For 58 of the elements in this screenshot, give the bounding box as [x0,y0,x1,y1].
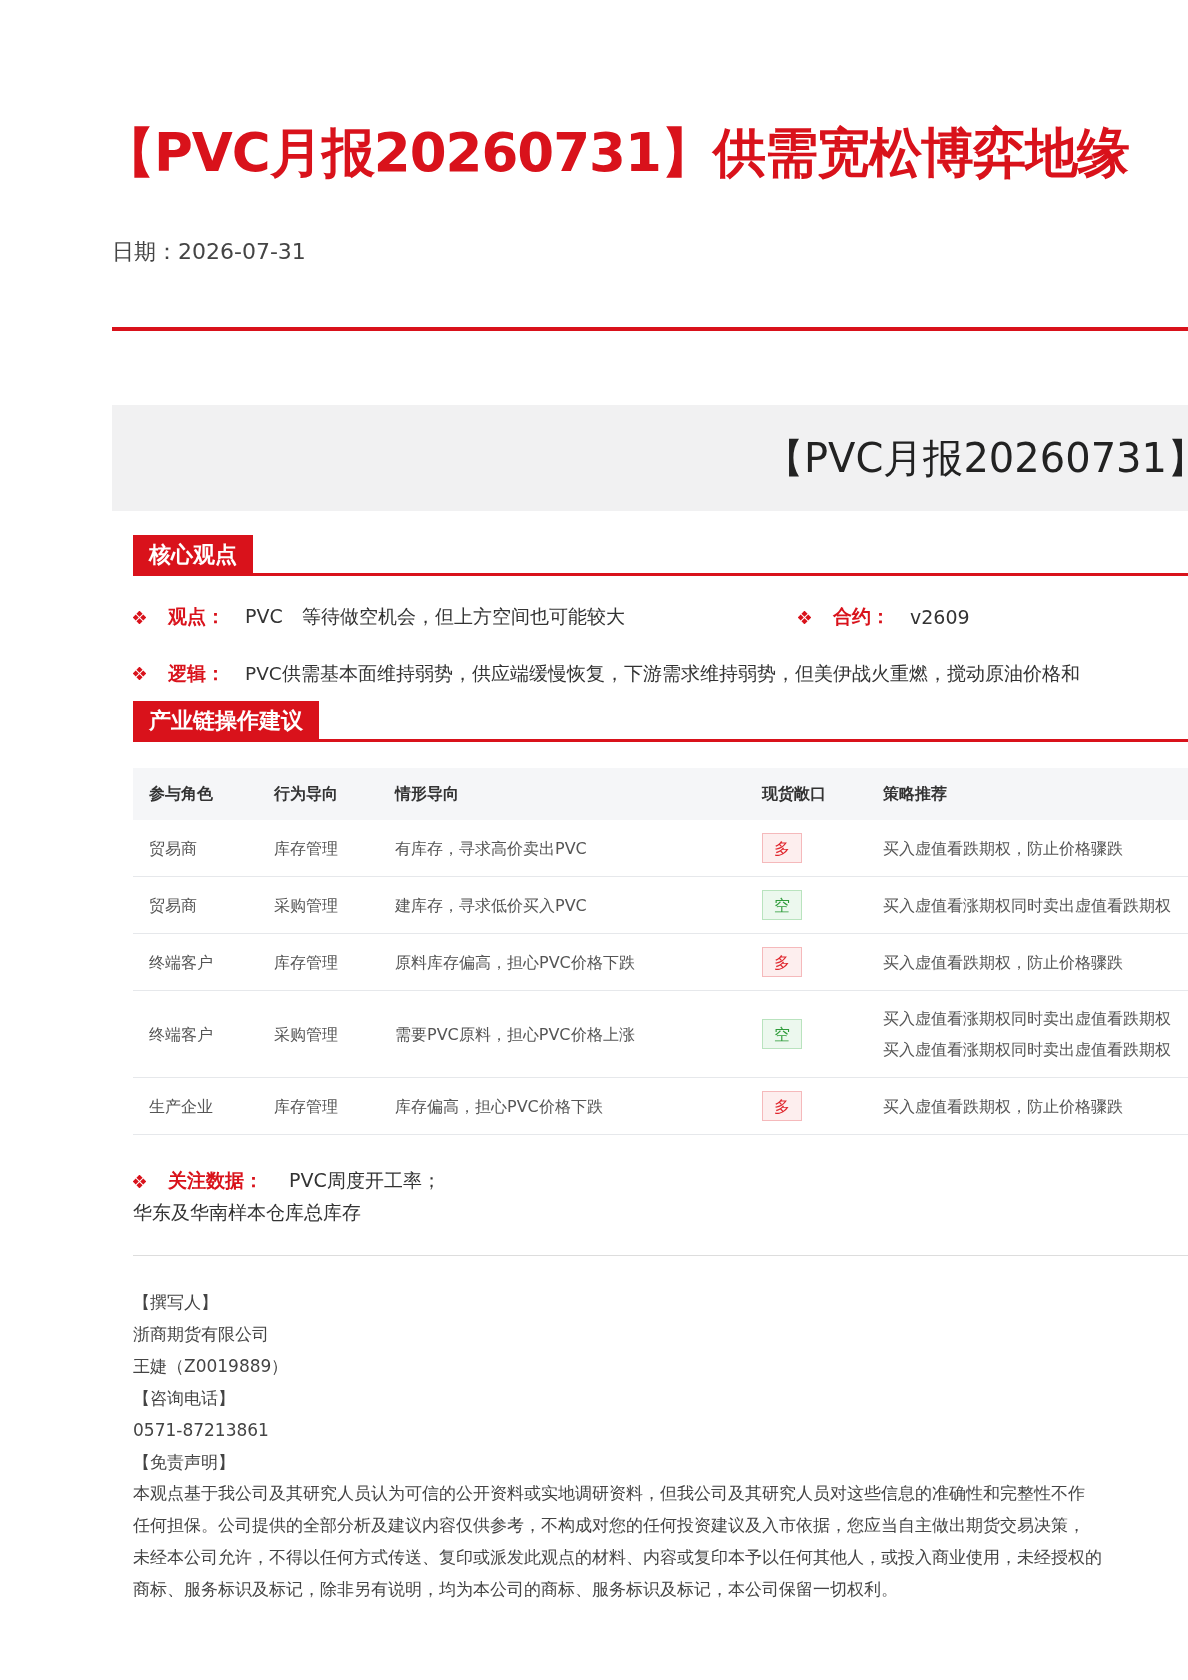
field-label: 合约： [833,604,890,629]
field-label: 观点： [168,604,225,629]
exposure-tag: 空 [762,889,802,920]
field-label: 关注数据： [168,1168,263,1193]
bullet-icon [133,666,146,680]
table-cell: 需要PVC原料，担心PVC价格上涨 [379,990,746,1078]
column-header: 策略推荐 [867,768,1188,820]
banner-title: 【PVC月报20260731】 [764,433,1188,483]
disclaimer-text: 商标、服务标识及标记，除非另有说明，均为本公司的商标、服务标识及标记，本公司保留一切权利。 [133,1580,898,1599]
report-date: 日期：2026-07-31 [112,238,306,266]
contact-line: 【咨询电话】 [133,1388,235,1408]
bullet-icon [133,610,146,624]
table-cell: 原料库存偏高，担心PVC价格下跌 [379,933,746,991]
field-label: 逻辑： [168,661,225,686]
focus-item: PVC周度开工率； [289,1168,441,1193]
table-cell: 库存管理 [258,820,379,877]
bullet-icon [133,1174,146,1188]
exposure-tag: 多 [762,832,802,863]
table-cell: 有库存，寻求高价卖出PVC [379,820,746,877]
column-header: 参与角色 [133,768,258,820]
contact-line: 【撰写人】 [133,1292,218,1312]
table-cell: 采购管理 [258,876,379,934]
table-cell: 生产企业 [133,1077,258,1135]
contact-line: 【免责声明】 [133,1452,235,1472]
exposure-tag: 多 [762,946,802,977]
table-cell: 库存管理 [258,933,379,991]
table-cell: 库存偏高，担心PVC价格下跌 [379,1077,746,1135]
exposure-tag: 多 [762,1090,802,1121]
section-title: 产业链操作建议 [133,701,319,739]
table-cell: 终端客户 [133,990,258,1078]
exposure-tag: 空 [762,1018,802,1049]
contact-line: 0571-87213861 [133,1420,269,1440]
table-cell: 买入虚值看涨期权同时卖出虚值看跌期权买入虚值看涨期权同时卖出虚值看跌期权 [867,990,1188,1078]
table-cell: 采购管理 [258,990,379,1078]
table-cell: 买入虚值看跌期权，防止价格骤跌 [867,820,1188,877]
field-value: PVC 等待做空机会，但上方空间也可能较大 [245,604,625,629]
disclaimer-text: 本观点基于我公司及其研究人员认为可信的公开资料或实地调研资料，但我公司及其研究人员对这些信息的准确性和完整性不作 [133,1484,1085,1503]
field-value: v2609 [910,606,970,628]
contact-line: 王婕（Z0019889） [133,1356,289,1376]
focus-item: 华东及华南样本仓库总库存 [133,1200,361,1225]
section-title: 核心观点 [133,535,253,573]
table-cell: 买入虚值看跌期权，防止价格骤跌 [867,1077,1188,1135]
report-title: 【PVC月报20260731】供需宽松博弈地缘 [102,121,1130,179]
table-cell: 买入虚值看跌期权，防止价格骤跌 [867,933,1188,991]
field-value: PVC供需基本面维持弱势，供应端缓慢恢复，下游需求维持弱势，但美伊战火重燃，搅动原油价格和 [245,661,1080,686]
table-cell: 贸易商 [133,820,258,877]
table-cell: 买入虚值看涨期权同时卖出虚值看跌期权 [867,876,1188,934]
column-header: 情形导向 [379,768,746,820]
table-cell: 终端客户 [133,933,258,991]
contact-line: 浙商期货有限公司 [133,1324,269,1344]
column-header: 现货敞口 [746,768,867,820]
column-header: 行为导向 [258,768,379,820]
disclaimer-text: 任何担保。公司提供的全部分析及建议内容仅供参考，不构成对您的任何投资建议及入市依据，您应当自主做出期货交易决策， [133,1516,1085,1535]
table-cell: 库存管理 [258,1077,379,1135]
bullet-icon [798,610,811,624]
table-cell: 贸易商 [133,876,258,934]
disclaimer-text: 未经本公司允许，不得以任何方式传送、复印或派发此观点的材料、内容或复印本予以任何其他人，或投入商业使用，未经授权的 [133,1548,1102,1567]
table-cell: 建库存，寻求低价买入PVC [379,876,746,934]
